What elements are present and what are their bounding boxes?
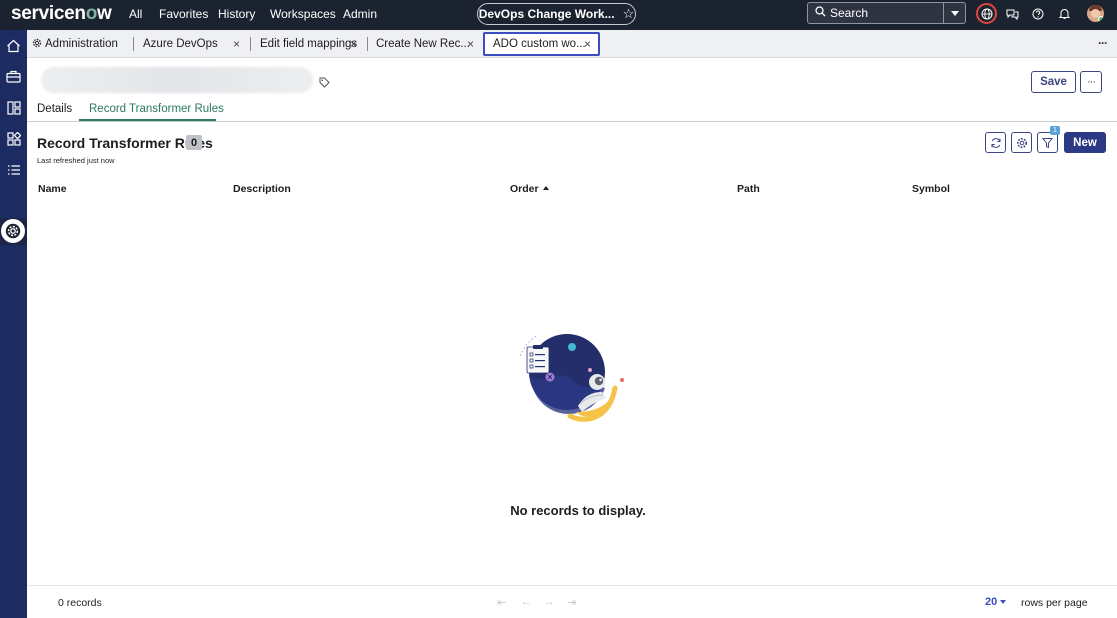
rows-per-page-value: 20: [985, 596, 998, 608]
dashboard-icon[interactable]: [3, 97, 24, 118]
search-icon: [810, 6, 830, 20]
close-icon[interactable]: ×: [467, 37, 474, 51]
nav-admin[interactable]: Admin: [343, 7, 377, 21]
sidebar: [0, 30, 27, 618]
column-order[interactable]: Order: [510, 183, 549, 195]
gear-icon: [1016, 137, 1027, 148]
tab-label: Administration: [45, 38, 118, 50]
search-scope-dropdown[interactable]: [943, 3, 965, 23]
tab-create-new-record[interactable]: Create New Rec... ×: [376, 32, 481, 56]
save-button[interactable]: Save: [1031, 71, 1076, 93]
bell-icon[interactable]: [1057, 7, 1071, 21]
empty-state-illustration: [519, 334, 624, 422]
column-name[interactable]: Name: [38, 183, 67, 195]
first-page-icon[interactable]: ⇤: [497, 596, 506, 609]
filter-count-badge: 1: [1050, 126, 1060, 135]
tab-details[interactable]: Details: [37, 103, 72, 115]
close-icon[interactable]: ×: [350, 37, 357, 51]
nav-history[interactable]: History: [218, 7, 255, 21]
tab-record-transformer-rules[interactable]: Record Transformer Rules: [89, 103, 224, 115]
chevron-down-icon: [1000, 600, 1007, 604]
workspace-tabs: Administration Azure DevOps × Edit field…: [27, 30, 1117, 58]
list-settings-button[interactable]: [1011, 132, 1032, 153]
context-pill-label: DevOps Change Work...: [478, 7, 615, 21]
tab-label: Azure DevOps: [143, 38, 218, 50]
next-page-icon[interactable]: →: [544, 596, 555, 608]
nav-all[interactable]: All: [129, 7, 142, 21]
column-path[interactable]: Path: [737, 183, 760, 195]
filter-icon: [1042, 137, 1053, 148]
empty-state-message: No records to display.: [0, 503, 1117, 518]
briefcase-icon[interactable]: [3, 66, 24, 87]
close-icon[interactable]: ×: [233, 37, 240, 51]
close-icon[interactable]: ×: [584, 37, 591, 51]
tab-edit-field-mappings[interactable]: Edit field mappings ×: [260, 32, 360, 56]
column-symbol[interactable]: Symbol: [912, 183, 950, 195]
last-page-icon[interactable]: ⇥: [567, 596, 576, 609]
sidebar-item-admin[interactable]: [0, 218, 27, 245]
tab-azure-devops[interactable]: Azure DevOps ×: [143, 32, 243, 56]
list-icon[interactable]: [3, 159, 24, 180]
tab-administration[interactable]: Administration: [32, 32, 118, 56]
chevron-down-icon: [950, 10, 959, 16]
servicenow-logo[interactable]: servicenow: [11, 3, 112, 25]
home-icon[interactable]: [3, 35, 24, 56]
previous-page-icon[interactable]: ←: [521, 596, 532, 608]
tag-icon[interactable]: [319, 75, 330, 93]
gear-icon: [1, 219, 25, 243]
new-button[interactable]: New: [1064, 132, 1106, 153]
top-navigation: servicenow All Favorites History Workspa…: [0, 0, 1117, 30]
chat-icon[interactable]: [1005, 7, 1019, 21]
more-actions-button[interactable]: ···: [1080, 71, 1102, 93]
last-refreshed-text: Last refreshed just now: [37, 156, 115, 165]
record-title-redacted: [41, 67, 313, 93]
globe-icon[interactable]: [976, 3, 997, 24]
empty-state-text: No records to display.: [510, 503, 646, 518]
tab-ado-custom[interactable]: ADO custom wo... ×: [483, 32, 600, 56]
record-subtabs: Details Record Transformer Rules: [27, 100, 1117, 122]
help-icon[interactable]: [1031, 7, 1045, 21]
column-description[interactable]: Description: [233, 183, 291, 195]
rows-per-page-label: rows per page: [1021, 597, 1088, 609]
column-order-label: Order: [510, 183, 539, 195]
more-tabs-icon[interactable]: ···: [1098, 36, 1108, 50]
tab-label: Edit field mappings: [260, 38, 358, 50]
context-pill[interactable]: DevOps Change Work... ☆: [477, 3, 636, 25]
gear-icon: [32, 38, 42, 51]
record-count-badge: 0: [186, 135, 202, 150]
global-search[interactable]: Search: [807, 2, 966, 24]
star-icon[interactable]: ☆: [623, 6, 635, 22]
tab-label: ADO custom wo...: [493, 38, 586, 50]
filter-button[interactable]: [1037, 132, 1058, 153]
apps-icon[interactable]: [3, 128, 24, 149]
refresh-button[interactable]: [985, 132, 1006, 153]
nav-workspaces[interactable]: Workspaces: [270, 7, 336, 21]
nav-favorites[interactable]: Favorites: [159, 7, 208, 21]
online-status-icon: [1098, 16, 1104, 22]
refresh-icon: [991, 137, 1000, 148]
search-input[interactable]: Search: [830, 6, 943, 20]
tab-label: Create New Rec...: [376, 38, 470, 50]
record-total: 0 records: [58, 597, 102, 609]
user-avatar[interactable]: [1087, 5, 1104, 22]
active-tab-indicator: [79, 119, 216, 121]
sort-ascending-icon: [542, 186, 549, 190]
list-footer: 0 records ⇤ ← → ⇥ 20 rows per page: [27, 585, 1117, 618]
rows-per-page-select[interactable]: 20: [985, 596, 1007, 608]
